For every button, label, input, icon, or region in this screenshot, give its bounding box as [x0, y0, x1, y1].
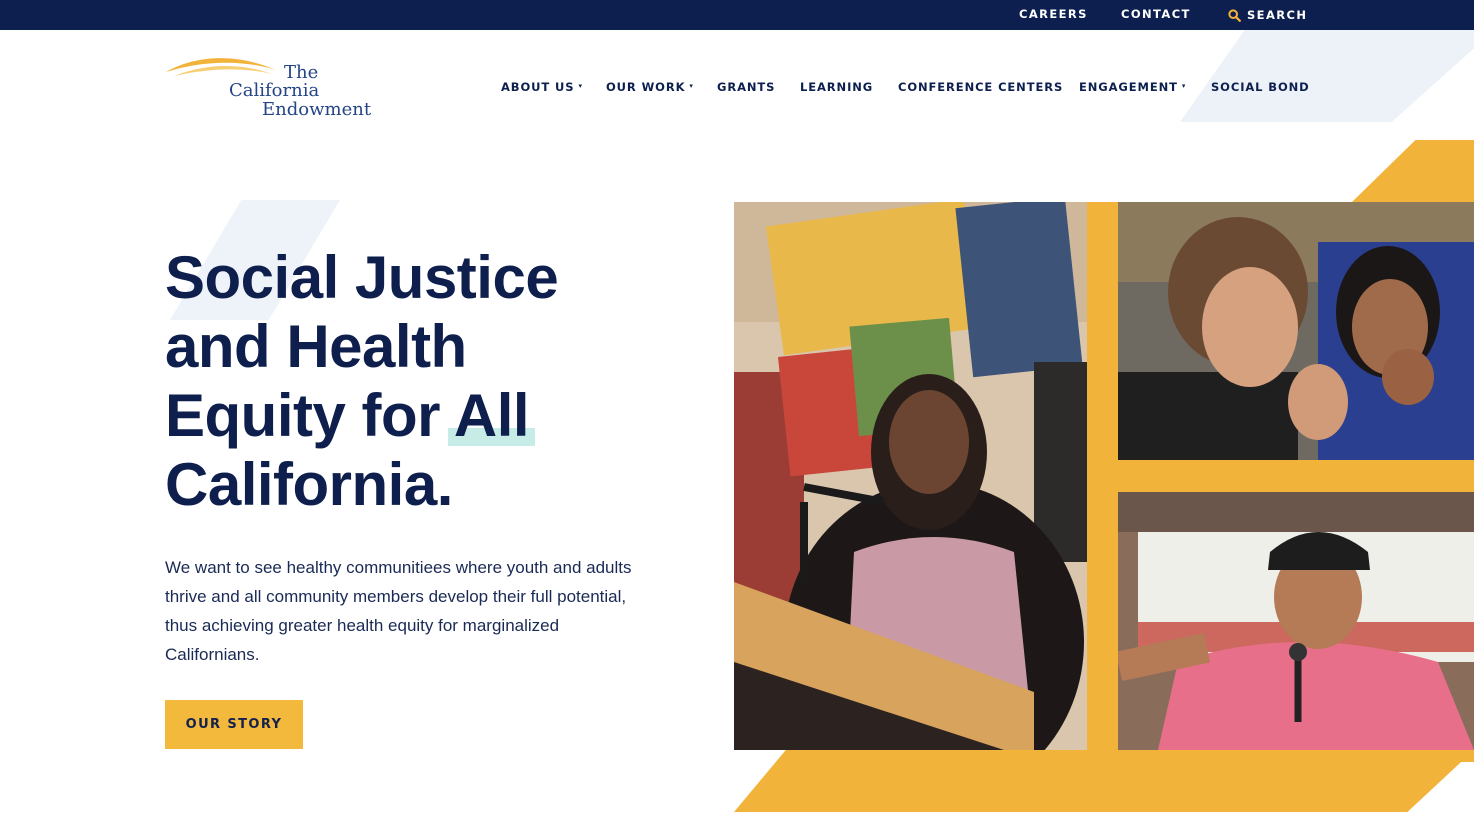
hero-photo-speaker — [734, 202, 1087, 750]
headline-line: California. — [165, 451, 453, 518]
hero-photo-women — [1118, 202, 1474, 460]
nav-item-social-bond[interactable]: SOCIAL BOND — [1211, 80, 1310, 94]
nav-label: ENGAGEMENT — [1079, 80, 1178, 94]
background-shape — [1180, 30, 1474, 122]
search-label: SEARCH — [1247, 8, 1308, 22]
nav-label: ABOUT US — [501, 80, 575, 94]
nav-label: OUR WORK — [606, 80, 686, 94]
nav-item-engagement[interactable]: ENGAGEMENT ▾ — [1079, 80, 1186, 94]
chevron-down-icon: ▾ — [578, 82, 583, 90]
utility-bar: CAREERS CONTACT SEARCH — [0, 0, 1474, 30]
hero-headline: Social Justice and Health Equity for All… — [165, 243, 685, 519]
contact-link[interactable]: CONTACT — [1121, 0, 1191, 30]
logo-swoosh-icon — [166, 58, 276, 76]
nav-label: CONFERENCE CENTERS — [898, 80, 1064, 94]
search-button[interactable]: SEARCH — [1228, 0, 1307, 30]
nav-item-learning[interactable]: LEARNING — [800, 80, 873, 94]
hero-description: We want to see healthy communitiees wher… — [165, 558, 632, 664]
headline-line: Equity for All — [165, 382, 530, 449]
nav-label: GRANTS — [717, 80, 776, 94]
headline-line: and Health — [165, 313, 467, 380]
nav-item-our-work[interactable]: OUR WORK ▾ — [606, 80, 694, 94]
hero-photo-rally — [1118, 492, 1474, 750]
logo-text: California — [229, 80, 320, 101]
gold-accent-shape — [734, 750, 1474, 812]
search-icon — [1228, 8, 1241, 22]
site-logo[interactable]: The California Endowment — [164, 52, 374, 124]
logo-text: Endowment — [262, 99, 372, 120]
chevron-down-icon: ▾ — [1181, 82, 1187, 90]
headline-line: Social Justice — [165, 244, 559, 311]
nav-item-grants[interactable]: GRANTS — [717, 80, 775, 94]
chevron-down-icon: ▾ — [689, 82, 694, 90]
nav-label: LEARNING — [800, 80, 874, 94]
nav-item-about-us[interactable]: ABOUT US ▾ — [501, 80, 583, 94]
our-story-button[interactable]: OUR STORY — [165, 700, 303, 749]
careers-link[interactable]: CAREERS — [1019, 0, 1088, 30]
nav-label: SOCIAL BOND — [1211, 80, 1310, 94]
nav-item-conference-centers[interactable]: CONFERENCE CENTERS — [898, 80, 1063, 94]
gold-accent-shape — [1352, 140, 1474, 202]
